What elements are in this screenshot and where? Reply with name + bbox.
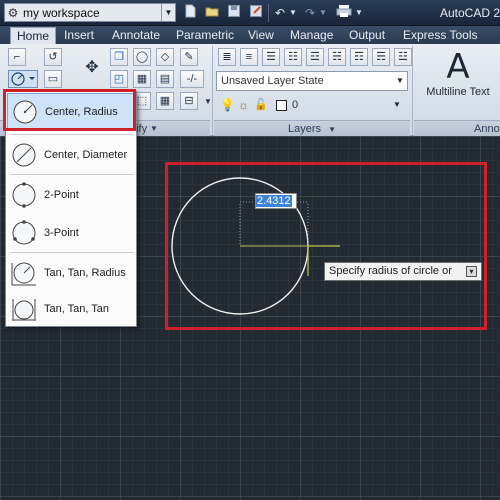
undo-icon[interactable]: ↶ [270, 4, 290, 22]
layer-state-combo[interactable]: Unsaved Layer State ▼ [216, 71, 408, 91]
save-as-icon[interactable] [246, 4, 266, 22]
layer-state-icon[interactable]: ≡ [240, 48, 258, 66]
color-swatch [276, 100, 287, 111]
chevron-down-icon[interactable]: ▼ [390, 96, 404, 114]
menu-item-2-point[interactable]: 2-Point [7, 176, 135, 214]
rectangle-icon[interactable]: ▭ [44, 70, 62, 88]
circle-tan-tan-radius-icon [11, 262, 36, 286]
redo-icon[interactable]: ↷ [300, 4, 320, 22]
chevron-down-icon[interactable]: ▼ [393, 72, 407, 90]
fillet-icon[interactable]: ▦ [133, 70, 151, 88]
stretch-icon[interactable]: ◰ [110, 70, 128, 88]
scale-icon[interactable]: ▤ [156, 70, 174, 88]
current-layer-name: 0 [292, 99, 299, 111]
circle-tool-button[interactable] [8, 70, 38, 88]
text-icon: A [446, 47, 470, 87]
menu-item-tan-tan-tan[interactable]: Tan, Tan, Tan [7, 290, 135, 328]
options-arrow-icon[interactable]: ▾ [466, 266, 477, 277]
layer-combo[interactable]: 💡 ☼ 🔓 0 ▼ [216, 96, 408, 116]
lightbulb-icon: 💡 [220, 98, 235, 112]
radius-dynamic-input[interactable]: 2.4312 [255, 193, 297, 209]
tab-manage[interactable]: Manage [284, 27, 339, 44]
layer-merge-icon[interactable]: ☳ [394, 48, 412, 66]
tab-view[interactable]: View [242, 27, 280, 44]
circle-2-point-icon [12, 182, 36, 208]
tab-parametric[interactable]: Parametric [170, 27, 240, 44]
sun-icon: ☼ [238, 98, 249, 112]
move-icon[interactable]: ✥ [80, 54, 104, 82]
menu-item-center-diameter[interactable]: Center, Diameter [7, 136, 135, 174]
workspace-name: my workspace [23, 5, 100, 20]
polyline-icon[interactable]: ⌐ [8, 48, 26, 66]
circle-3-point-icon [12, 220, 36, 245]
mirror-icon[interactable]: ◇ [156, 48, 174, 66]
menu-item-tan-tan-radius[interactable]: Tan, Tan, Radius [7, 254, 135, 292]
workspace-selector[interactable]: ⚙ my workspace ▼ [4, 3, 176, 22]
circle-center-diameter-icon [12, 143, 36, 167]
rotate-icon[interactable]: ↺ [44, 48, 62, 66]
tab-express-tools[interactable]: Express Tools [397, 27, 483, 44]
grid-icon[interactable]: ▦ [156, 92, 174, 110]
circle-tan-tan-tan-icon [12, 299, 36, 321]
join-icon[interactable]: ⊟ [180, 92, 198, 110]
erase-icon[interactable]: ✎ [180, 48, 198, 66]
tab-output[interactable]: Output [343, 27, 391, 44]
annotation-panel-title[interactable]: Anno [414, 120, 500, 136]
menu-item-3-point[interactable]: 3-Point [7, 214, 135, 252]
plot-icon[interactable] [334, 4, 354, 22]
tab-home[interactable]: Home [10, 27, 57, 44]
layers-panel-title[interactable]: Layers ▼ [214, 120, 410, 136]
copy-icon[interactable]: ❐ [110, 48, 128, 66]
layer-properties-icon[interactable]: ≣ [218, 48, 236, 66]
circle-select-icon[interactable]: ◯ [133, 48, 151, 66]
layer-isolate-icon[interactable]: ☰ [262, 48, 280, 66]
break-icon[interactable]: -/- [180, 70, 204, 88]
menu-item-center-radius[interactable]: Center, Radius [7, 93, 135, 131]
circle-center-radius-icon [13, 100, 37, 124]
chevron-down-icon[interactable]: ▼ [318, 4, 328, 22]
multiline-text-button[interactable]: A Multiline Text [416, 48, 500, 120]
ribbon-tab-bar: Home Insert Annotate Parametric View Man… [0, 26, 500, 44]
title-bar: ⚙ my workspace ▼ ↶ ▼ ↷ ▼ ▼ AutoCAD 20 [0, 0, 500, 26]
circle-dropdown-menu: Center, Radius Center, Diameter 2-Point … [5, 91, 137, 327]
layer-walk-icon[interactable]: ☴ [372, 48, 390, 66]
gear-icon: ⚙ [7, 5, 19, 20]
new-icon[interactable] [180, 4, 200, 22]
save-icon[interactable] [224, 4, 244, 22]
chevron-down-icon[interactable]: ▼ [161, 4, 175, 21]
unlock-icon: 🔓 [254, 99, 268, 111]
app-title: AutoCAD 20 [440, 6, 500, 20]
layer-off-icon[interactable]: ☲ [306, 48, 324, 66]
command-prompt-tooltip: Specify radius of circle or ▾ [324, 262, 482, 281]
layer-lock-icon[interactable]: ☵ [328, 48, 346, 66]
chevron-down-icon[interactable]: ▼ [288, 4, 298, 22]
layer-match-icon[interactable]: ☶ [350, 48, 368, 66]
open-icon[interactable] [202, 4, 222, 22]
layer-freeze-icon[interactable]: ☷ [284, 48, 302, 66]
chevron-down-icon[interactable]: ▼ [354, 4, 364, 22]
tab-insert[interactable]: Insert [58, 27, 100, 44]
tab-annotate[interactable]: Annotate [106, 27, 166, 44]
